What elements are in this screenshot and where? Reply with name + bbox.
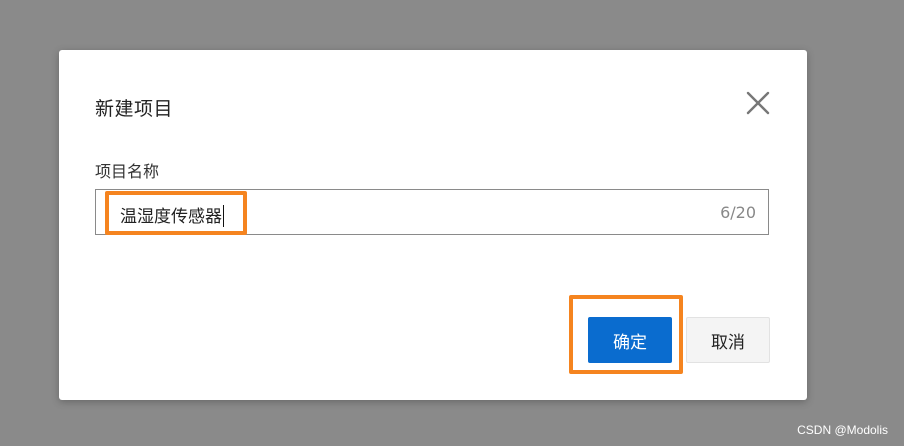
character-counter: 6/20 [720,203,756,222]
dialog-title: 新建项目 [95,98,174,120]
project-name-text: 温湿度传感器 [120,207,222,227]
project-name-input[interactable]: 温湿度传感器 6/20 [95,189,769,235]
close-button[interactable] [745,90,771,116]
project-name-value: 温湿度传感器 [120,202,224,227]
cancel-button[interactable]: 取消 [686,317,770,363]
new-project-dialog: 新建项目 项目名称 温湿度传感器 6/20 确定 取消 [59,50,807,400]
text-caret [223,204,224,227]
project-name-label: 项目名称 [95,162,160,181]
watermark: CSDN @Modolis [797,423,888,437]
confirm-button[interactable]: 确定 [588,317,672,363]
close-icon [746,91,770,115]
